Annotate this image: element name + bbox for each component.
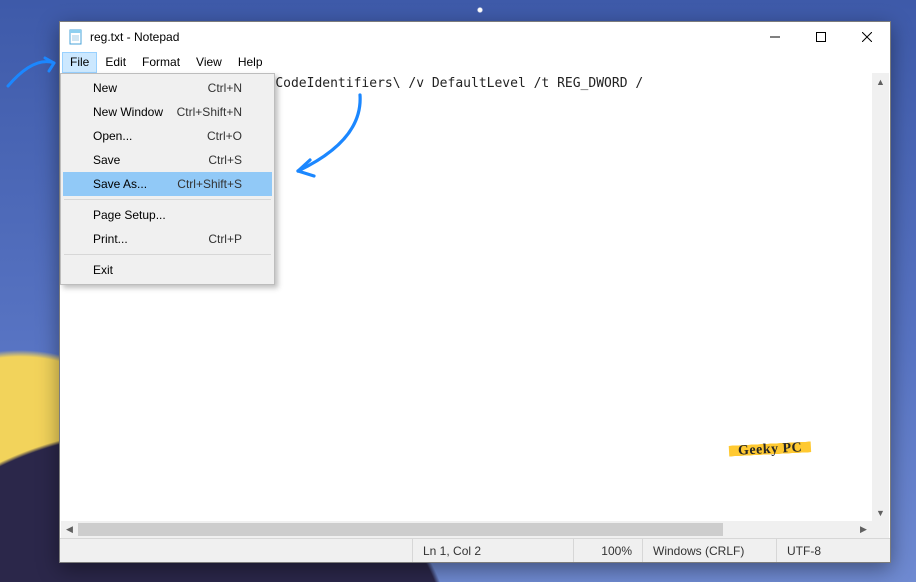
menu-help[interactable]: Help bbox=[230, 52, 271, 73]
hscroll-thumb[interactable] bbox=[78, 523, 723, 536]
menu-item-label: Save bbox=[93, 153, 208, 167]
menu-item-save-as[interactable]: Save As...Ctrl+Shift+S bbox=[63, 172, 272, 196]
scroll-corner bbox=[872, 521, 889, 538]
menu-item-label: New bbox=[93, 81, 208, 95]
menu-separator bbox=[64, 254, 271, 255]
menu-item-label: Print... bbox=[93, 232, 208, 246]
watermark: Geeky PC bbox=[728, 440, 811, 460]
status-caret-position: Ln 1, Col 2 bbox=[412, 539, 573, 562]
maximize-button[interactable] bbox=[798, 22, 844, 52]
file-menu-dropdown: NewCtrl+NNew WindowCtrl+Shift+NOpen...Ct… bbox=[60, 73, 275, 285]
vertical-scrollbar[interactable]: ▲ ▼ bbox=[872, 73, 889, 521]
menu-view[interactable]: View bbox=[188, 52, 230, 73]
statusbar: Ln 1, Col 2 100% Windows (CRLF) UTF-8 bbox=[60, 538, 890, 562]
menu-item-exit[interactable]: Exit bbox=[63, 258, 272, 282]
vscroll-track[interactable] bbox=[872, 90, 889, 504]
watermark-text: Geeky PC bbox=[737, 440, 802, 458]
minimize-button[interactable] bbox=[752, 22, 798, 52]
menu-item-new-window[interactable]: New WindowCtrl+Shift+N bbox=[63, 100, 272, 124]
notepad-icon bbox=[68, 29, 84, 45]
menu-item-shortcut: Ctrl+P bbox=[208, 232, 242, 246]
menu-item-shortcut: Ctrl+O bbox=[207, 129, 242, 143]
menu-item-label: Page Setup... bbox=[93, 208, 242, 222]
menu-item-new[interactable]: NewCtrl+N bbox=[63, 76, 272, 100]
menu-item-print[interactable]: Print...Ctrl+P bbox=[63, 227, 272, 251]
scroll-down-icon[interactable]: ▼ bbox=[872, 504, 889, 521]
window-controls bbox=[752, 22, 890, 52]
menubar: File Edit Format View Help bbox=[60, 52, 890, 73]
scroll-left-icon[interactable]: ◀ bbox=[61, 521, 78, 538]
hscroll-track[interactable] bbox=[78, 521, 855, 538]
menu-item-shortcut: Ctrl+Shift+S bbox=[177, 177, 242, 191]
status-line-ending: Windows (CRLF) bbox=[642, 539, 776, 562]
scroll-right-icon[interactable]: ▶ bbox=[855, 521, 872, 538]
menu-format[interactable]: Format bbox=[134, 52, 188, 73]
horizontal-scrollbar[interactable]: ◀ ▶ bbox=[61, 521, 872, 538]
status-encoding: UTF-8 bbox=[776, 539, 890, 562]
menu-file[interactable]: File bbox=[62, 52, 97, 73]
menu-separator bbox=[64, 199, 271, 200]
status-zoom[interactable]: 100% bbox=[573, 539, 642, 562]
menu-item-label: New Window bbox=[93, 105, 177, 119]
window-title: reg.txt - Notepad bbox=[90, 30, 752, 44]
menu-item-page-setup[interactable]: Page Setup... bbox=[63, 203, 272, 227]
menu-item-open[interactable]: Open...Ctrl+O bbox=[63, 124, 272, 148]
menu-item-label: Exit bbox=[93, 263, 242, 277]
menu-item-label: Open... bbox=[93, 129, 207, 143]
menu-item-label: Save As... bbox=[93, 177, 177, 191]
menu-item-shortcut: Ctrl+Shift+N bbox=[177, 105, 242, 119]
menu-item-shortcut: Ctrl+S bbox=[208, 153, 242, 167]
menu-item-save[interactable]: SaveCtrl+S bbox=[63, 148, 272, 172]
scroll-up-icon[interactable]: ▲ bbox=[872, 73, 889, 90]
titlebar[interactable]: reg.txt - Notepad bbox=[60, 22, 890, 52]
menu-edit[interactable]: Edit bbox=[97, 52, 134, 73]
menu-item-shortcut: Ctrl+N bbox=[208, 81, 242, 95]
close-button[interactable] bbox=[844, 22, 890, 52]
